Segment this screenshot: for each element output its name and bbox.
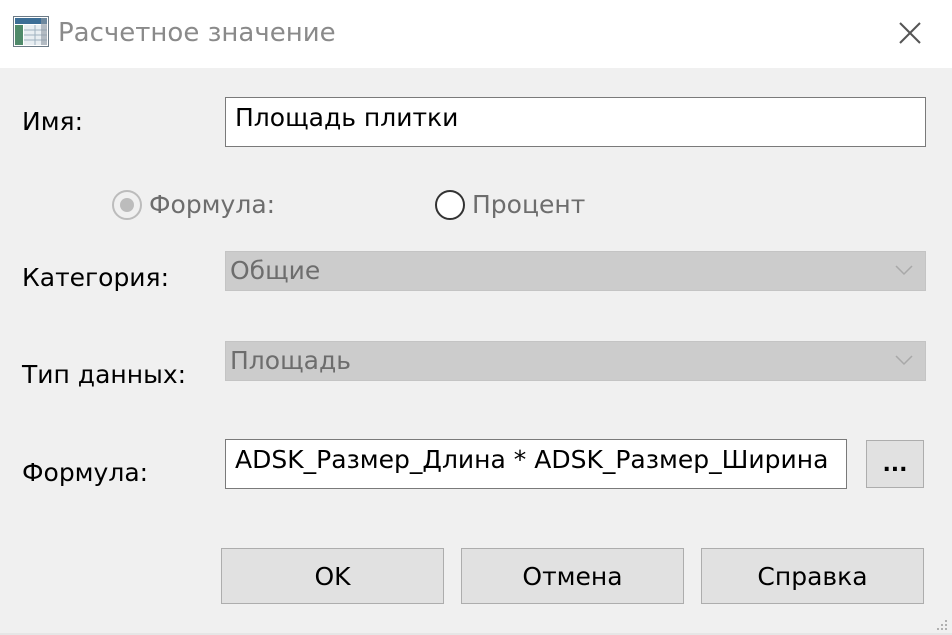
title-bar[interactable]: Расчетное значение (0, 0, 952, 68)
name-input[interactable]: Площадь плитки (225, 97, 926, 147)
radio-percent-indicator[interactable] (435, 190, 465, 220)
radio-formula-indicator[interactable] (112, 190, 142, 220)
window-title: Расчетное значение (58, 18, 336, 48)
datatype-value: Площадь (230, 346, 351, 375)
chevron-down-icon (895, 265, 913, 276)
close-button[interactable] (888, 12, 932, 54)
app-table-icon (13, 16, 49, 47)
formula-label: Формула: (22, 458, 149, 487)
category-select[interactable]: Общие (225, 251, 926, 291)
datatype-label: Тип данных: (22, 360, 187, 389)
datatype-select[interactable]: Площадь (225, 341, 926, 381)
radio-formula-label: Формула: (149, 190, 276, 219)
category-label: Категория: (22, 263, 170, 292)
ok-button[interactable]: OK (221, 548, 444, 604)
name-label: Имя: (22, 107, 84, 136)
radio-formula[interactable]: Формула: (112, 189, 275, 221)
cancel-button[interactable]: Отмена (461, 548, 684, 604)
formula-input[interactable]: ADSK_Размер_Длина * ADSK_Размер_Ширина (225, 439, 847, 489)
formula-browse-button[interactable]: ... (866, 440, 924, 488)
resize-grip-icon[interactable] (935, 618, 949, 632)
category-value: Общие (230, 256, 321, 285)
chevron-down-icon (895, 355, 913, 366)
radio-percent[interactable]: Процент (435, 189, 585, 221)
radio-percent-label: Процент (472, 190, 586, 219)
help-button[interactable]: Справка (701, 548, 924, 604)
close-icon (899, 22, 921, 44)
calculated-value-dialog: Расчетное значение Имя: Площадь плитки Ф… (0, 0, 952, 635)
